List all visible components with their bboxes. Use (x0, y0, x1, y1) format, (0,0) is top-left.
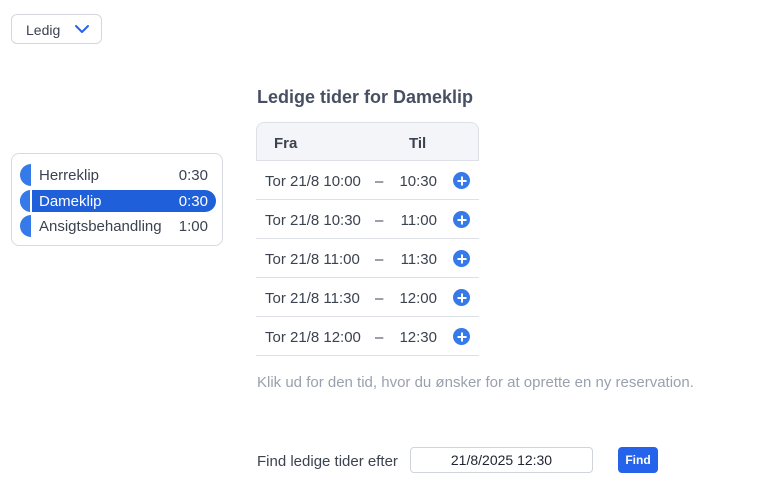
add-reservation-icon[interactable] (453, 289, 470, 306)
service-duration: 0:30 (178, 167, 208, 184)
service-marker (20, 164, 31, 186)
slot-to: 12:00 (399, 290, 437, 307)
add-reservation-icon[interactable] (453, 211, 470, 228)
slot-from: Tor 21/8 10:30 (265, 212, 361, 229)
slot-from: Tor 21/8 10:00 (265, 173, 361, 190)
table-row[interactable]: Tor 21/8 12:00 – 12:30 (256, 317, 479, 356)
available-times-table: Fra Til Tor 21/8 10:00 – 10:30 Tor 21/8 … (256, 122, 479, 356)
service-marker (20, 190, 32, 212)
table-row[interactable]: Tor 21/8 10:30 – 11:00 (256, 200, 479, 239)
slot-separator: – (375, 173, 384, 190)
service-name: Herreklip (39, 167, 100, 184)
available-times-heading: Ledige tider for Dameklip (257, 87, 474, 107)
service-name: Ansigtsbehandling (39, 218, 162, 235)
service-item-dameklip[interactable]: Dameklip 0:30 (20, 190, 216, 212)
service-list: Herreklip 0:30 Dameklip 0:30 Ansigtsbeha… (11, 153, 223, 246)
table-row[interactable]: Tor 21/8 10:00 – 10:30 (256, 161, 479, 200)
slot-to: 11:30 (400, 251, 437, 268)
status-dropdown-label: Ledig (26, 22, 61, 38)
add-reservation-icon[interactable] (453, 328, 470, 345)
service-duration: 1:00 (178, 218, 208, 235)
service-item-herreklip[interactable]: Herreklip 0:30 (20, 164, 216, 186)
find-label: Find ledige tider efter (257, 453, 398, 470)
add-reservation-icon[interactable] (453, 172, 470, 189)
service-item-ansigtsbehandling[interactable]: Ansigtsbehandling 1:00 (20, 215, 216, 237)
table-row[interactable]: Tor 21/8 11:30 – 12:00 (256, 278, 479, 317)
slot-from: Tor 21/8 11:00 (265, 251, 360, 268)
table-header: Fra Til (256, 122, 479, 161)
slot-from: Tor 21/8 11:30 (265, 290, 360, 307)
table-row[interactable]: Tor 21/8 11:00 – 11:30 (256, 239, 479, 278)
slot-separator: – (375, 290, 384, 307)
column-header-from: Fra (274, 135, 298, 152)
slot-to: 12:30 (399, 329, 437, 346)
chevron-down-icon (75, 25, 89, 33)
status-dropdown[interactable]: Ledig (11, 14, 102, 44)
slot-from: Tor 21/8 12:00 (265, 329, 361, 346)
slot-to: 11:00 (400, 212, 437, 229)
reservation-hint: Klik ud for den tid, hvor du ønsker for … (257, 374, 694, 391)
service-name: Dameklip (39, 193, 102, 210)
column-header-to: Til (409, 135, 427, 152)
slot-separator: – (375, 329, 384, 346)
add-reservation-icon[interactable] (453, 250, 470, 267)
service-duration: 0:30 (178, 193, 208, 210)
slot-separator: – (375, 212, 384, 229)
find-button[interactable]: Find (618, 447, 658, 473)
datetime-input[interactable]: 21/8/2025 12:30 (410, 447, 593, 473)
service-marker (20, 215, 31, 237)
slot-separator: – (375, 251, 384, 268)
slot-to: 10:30 (399, 173, 437, 190)
